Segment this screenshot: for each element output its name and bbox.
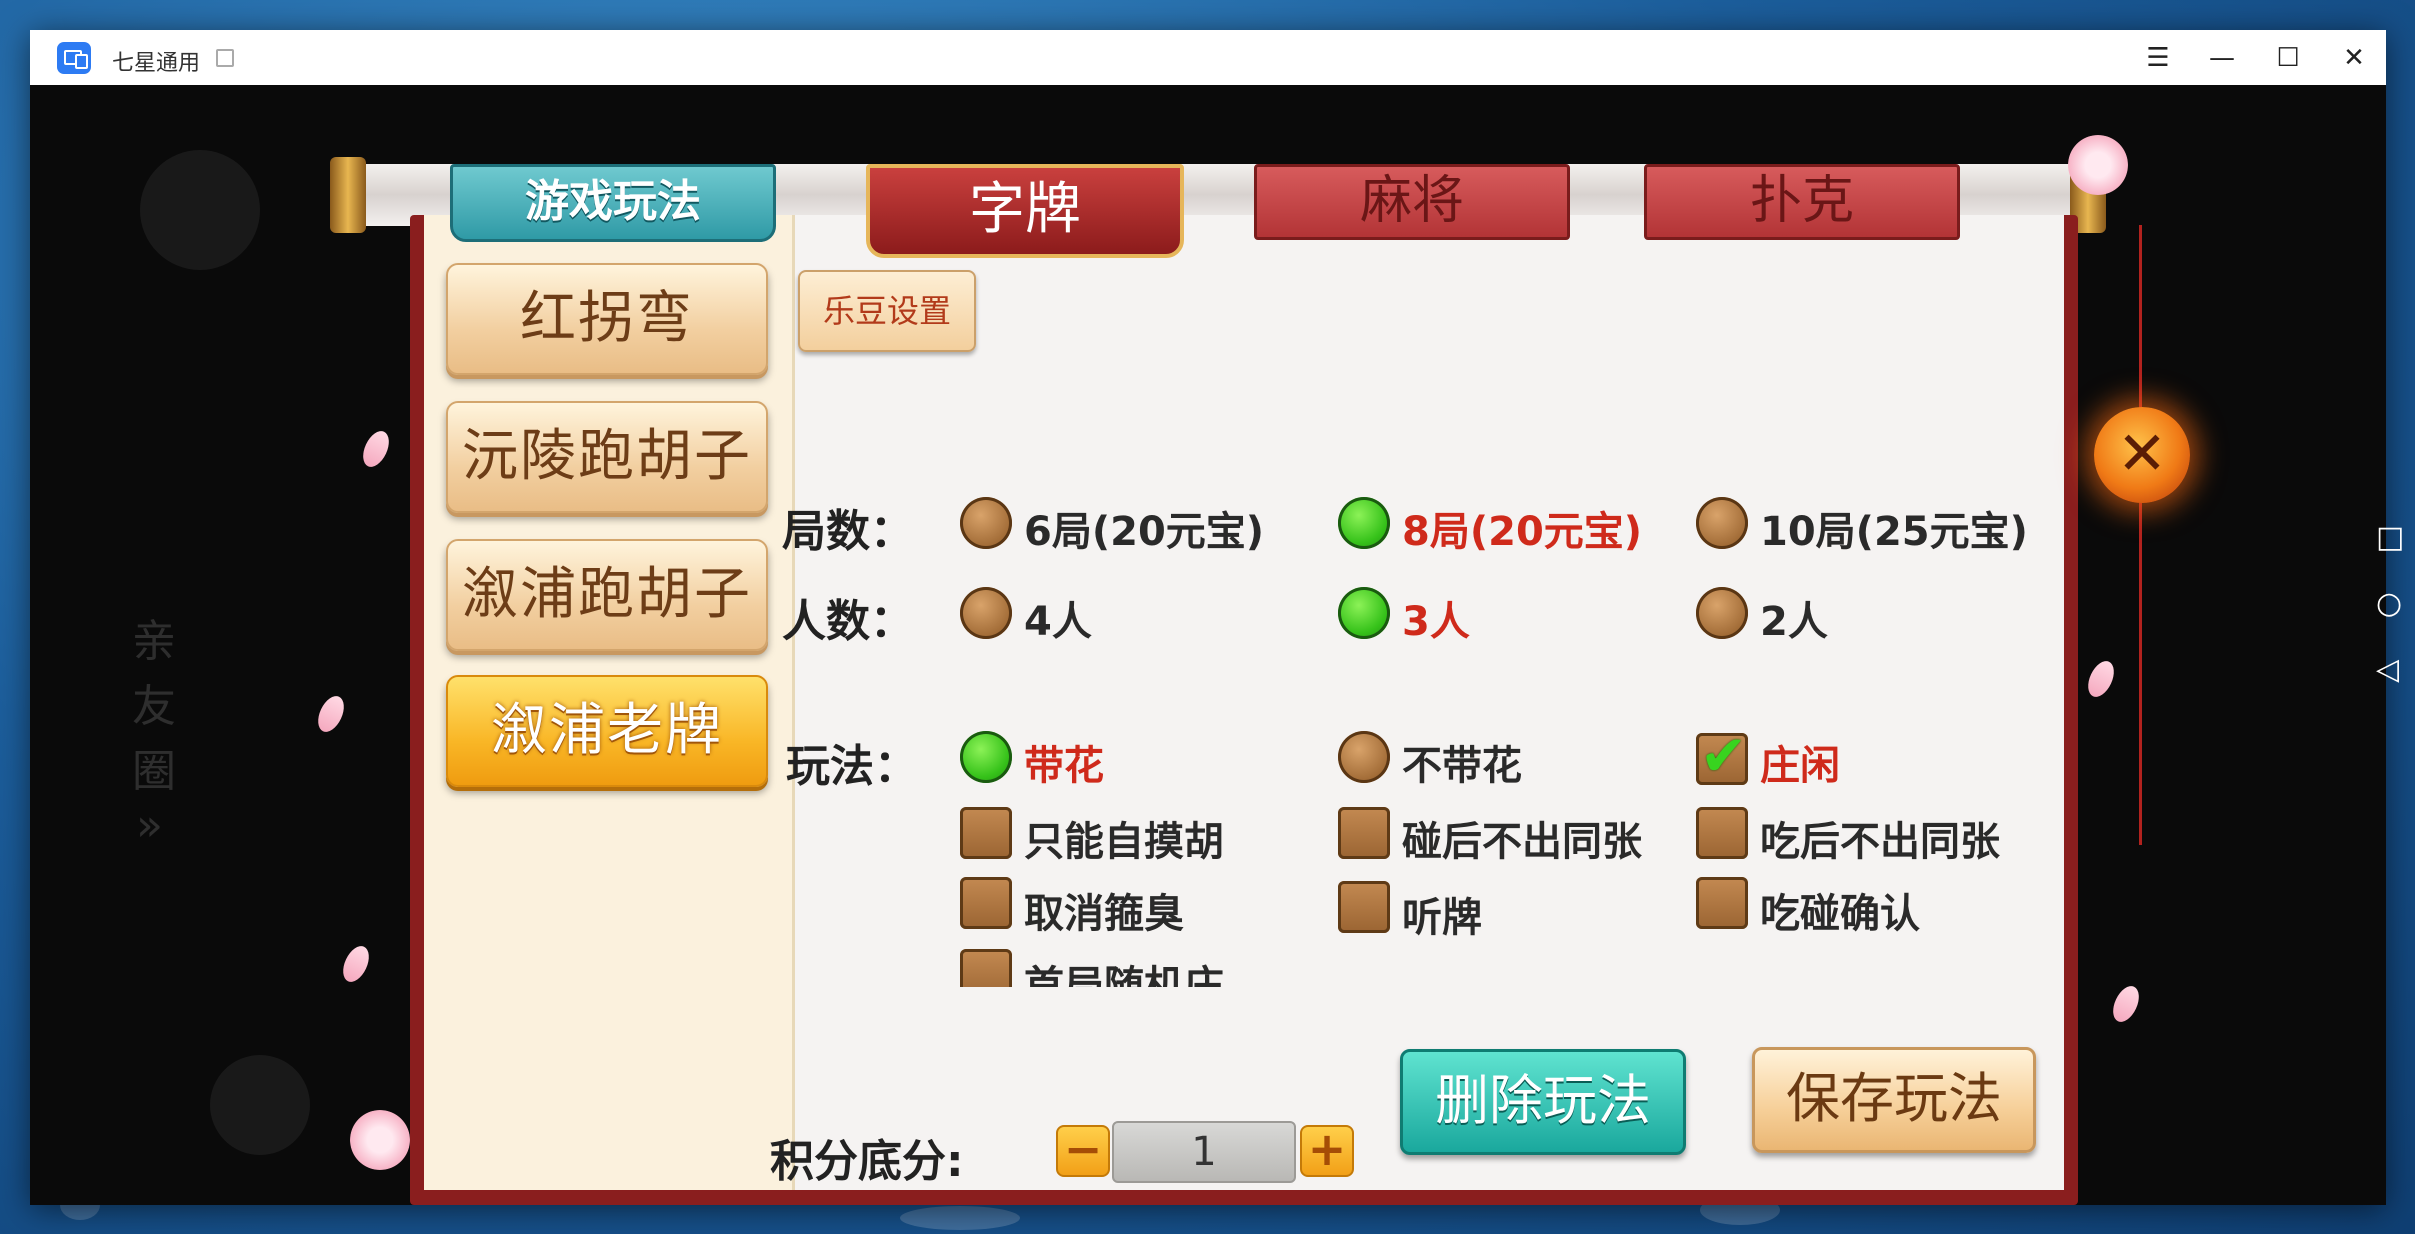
petal-decoration [313,692,349,736]
tab-game-rules[interactable]: 游戏玩法 [450,164,776,242]
petal-decoration [358,427,394,471]
rounds-label: 局数： [782,506,914,557]
petal-decoration [2083,657,2119,701]
rounds-radio-6[interactable] [960,497,1012,549]
score-value-field[interactable]: 1 [1112,1121,1296,1183]
players-label: 人数： [782,596,914,647]
players-option-4: 4人 [1024,599,1092,645]
tab-puke[interactable]: 扑克 [1644,164,1960,240]
check-chihou[interactable] [1696,807,1748,859]
option-zhuangxian: 庄闲 [1760,743,1840,789]
check-zhuangxian[interactable]: ✔ [1696,727,1748,787]
close-panel-button[interactable]: ✕ [2094,407,2190,503]
play-option-budaihua: 不带花 [1402,743,1522,789]
sidebar-item-xupu-paohuzi[interactable]: 溆浦跑胡子 [446,539,768,651]
app-window: 七星通用 ☰ — ☐ ✕ 亲 友 圈 » 红拐弯 沅陵跑胡子 溆浦跑胡子 溆浦老… [30,30,2404,1205]
rounds-option-8: 8局(20元宝) [1402,509,1643,555]
option-chihou: 吃后不出同张 [1760,819,2000,865]
delete-rule-button[interactable]: 删除玩法 [1400,1049,1686,1155]
flower-decoration [2068,135,2128,195]
sidebar-item-yuanling[interactable]: 沅陵跑胡子 [446,401,768,513]
check-chipeng[interactable] [1696,877,1748,929]
rounds-option-6: 6局(20元宝) [1024,509,1265,555]
play-radio-budaihua[interactable] [1338,731,1390,783]
score-plus-button[interactable]: + [1300,1125,1354,1177]
tab-zipai[interactable]: 字牌 [866,164,1184,258]
save-rule-button[interactable]: 保存玩法 [1752,1047,2036,1153]
score-minus-button[interactable]: − [1056,1125,1110,1177]
sidebar-item-xupu-laopai[interactable]: 溆浦老牌 [446,675,768,787]
title-bar: 七星通用 ☰ — ☐ ✕ [30,30,2386,85]
petal-decoration [2108,982,2144,1026]
bg-text-more: » [136,800,163,851]
play-label: 玩法： [786,741,918,792]
play-option-daihua: 带花 [1024,743,1104,789]
flower-decoration [350,1110,410,1170]
nav-back-icon[interactable]: ◁ [2376,652,2399,687]
game-stage: 亲 友 圈 » 红拐弯 沅陵跑胡子 溆浦跑胡子 溆浦老牌 游戏玩法 字牌 麻将 … [30,85,2386,1205]
check-shouju[interactable] [960,949,1012,987]
bg-text-qin: 亲 [132,616,176,667]
players-option-3: 3人 [1402,599,1470,645]
option-tingpai: 听牌 [1402,895,1482,941]
sidebar-item-honggaiwan[interactable]: 红拐弯 [446,263,768,375]
rounds-radio-10[interactable] [1696,497,1748,549]
check-quxiao[interactable] [960,877,1012,929]
pin-icon[interactable] [216,49,234,67]
check-zimohu[interactable] [960,807,1012,859]
players-option-2: 2人 [1760,599,1828,645]
score-label: 积分底分: [770,1136,964,1187]
check-penghou[interactable] [1338,807,1390,859]
option-shouju: 首局随机庄 [1024,963,1224,987]
minimize-icon[interactable]: — [2204,40,2240,76]
window-title: 七星通用 [112,51,201,76]
options-scroll-clip: 首局随机庄 [950,945,1510,987]
option-quxiao: 取消箍臭 [1024,891,1184,937]
nav-home-icon[interactable]: ○ [2376,586,2402,621]
bg-text-you: 友 [132,681,176,732]
option-chipeng: 吃碰确认 [1760,891,1920,937]
panel-body: 红拐弯 沅陵跑胡子 溆浦跑胡子 溆浦老牌 [424,215,2064,1190]
check-tingpai[interactable] [1338,881,1390,933]
ledou-settings-button[interactable]: 乐豆设置 [798,270,976,352]
scroll-rod-end-left [330,157,366,233]
rounds-radio-8[interactable] [1338,497,1390,549]
play-radio-daihua[interactable] [960,731,1012,783]
petal-decoration [338,942,374,986]
bg-text-quan: 圈 [132,746,176,797]
maximize-icon[interactable]: ☐ [2270,40,2306,76]
lantern-string [2139,225,2142,845]
players-radio-4[interactable] [960,587,1012,639]
desktop-ripple [900,1206,1020,1230]
nav-recents-icon[interactable]: □ [2376,520,2404,555]
players-radio-3[interactable] [1338,587,1390,639]
menu-icon[interactable]: ☰ [2140,40,2176,76]
app-logo-icon [57,42,91,74]
tab-majiang[interactable]: 麻将 [1254,164,1570,240]
players-radio-2[interactable] [1696,587,1748,639]
game-list-sidebar: 红拐弯 沅陵跑胡子 溆浦跑胡子 溆浦老牌 [424,215,795,1190]
back-button-bg [140,150,260,270]
checkmark-icon: ✔ [1700,724,1747,789]
option-zimohu: 只能自摸胡 [1024,819,1224,865]
rules-circle-bg [210,1055,310,1155]
rounds-option-10: 10局(25元宝) [1760,509,2028,555]
option-penghou: 碰后不出同张 [1402,819,1642,865]
close-icon[interactable]: ✕ [2336,40,2372,76]
